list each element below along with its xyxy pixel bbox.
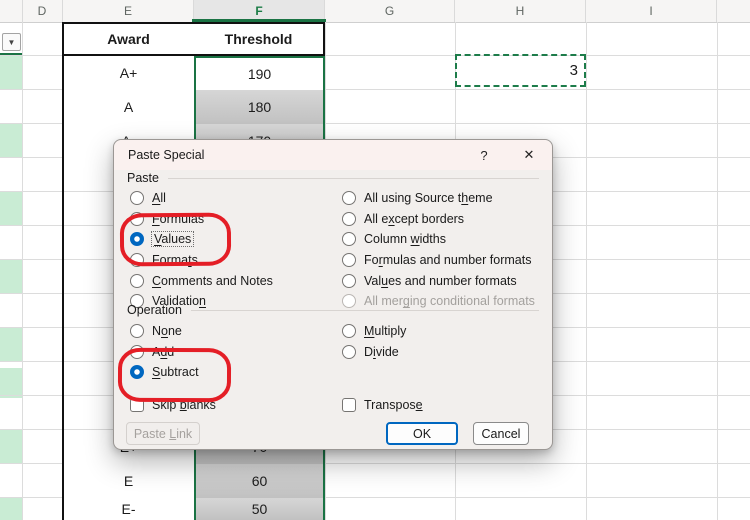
paste-options-left: All Formulas Values Formats Comments and… [130, 188, 273, 312]
radio-comments-and-notes[interactable]: Comments and Notes [130, 270, 273, 291]
radio-divide[interactable]: Divide [342, 342, 406, 363]
radio-icon [342, 274, 356, 288]
banded-row [0, 56, 22, 89]
copied-cell[interactable]: 3 [455, 54, 586, 87]
banded-row [0, 368, 22, 398]
radio-column-widths[interactable]: Column widths [342, 229, 535, 250]
paste-special-dialog: Paste Special ? ✕ Paste All Formulas Val… [113, 139, 553, 450]
radio-selected-icon [130, 365, 144, 379]
cell-threshold-header[interactable]: Threshold [194, 22, 325, 56]
paste-options-right: All using Source theme All except border… [342, 188, 535, 312]
cell-award[interactable]: A [63, 90, 194, 124]
banded-row [0, 192, 22, 225]
group-rule [168, 178, 539, 179]
paste-group-header: Paste [127, 171, 539, 185]
operation-group-header: Operation [127, 303, 539, 317]
ok-button[interactable]: OK [386, 422, 458, 445]
excel-window: D E F G H I ▼ Award Threshold A+ A A- E+… [0, 0, 750, 520]
group-rule [191, 310, 539, 311]
cell-award[interactable]: E [63, 464, 194, 498]
cell-threshold-active[interactable]: 190 [194, 56, 325, 90]
column-header-i[interactable]: I [586, 0, 717, 22]
radio-formats[interactable]: Formats [130, 250, 273, 271]
radio-all-except-borders[interactable]: All except borders [342, 209, 535, 230]
radio-icon [342, 212, 356, 226]
radio-icon [130, 324, 144, 338]
operation-options-left: None Add Subtract [130, 321, 199, 383]
radio-all[interactable]: All [130, 188, 273, 209]
radio-icon [342, 345, 356, 359]
radio-formulas-and-number-formats[interactable]: Formulas and number formats [342, 250, 535, 271]
column-header-d[interactable]: D [22, 0, 63, 22]
column-header-h[interactable]: H [455, 0, 586, 22]
operation-options-right: Multiply Divide [342, 321, 406, 362]
radio-icon [130, 212, 144, 226]
banded-row [0, 124, 22, 157]
filter-dropdown-icon[interactable]: ▼ [2, 33, 21, 51]
cell-threshold[interactable]: 50 [194, 498, 325, 520]
banded-row [0, 260, 22, 293]
radio-icon [342, 232, 356, 246]
radio-icon [130, 253, 144, 267]
radio-none[interactable]: None [130, 321, 199, 342]
column-gridline [22, 22, 23, 520]
radio-icon [342, 324, 356, 338]
selected-column-indicator [192, 19, 326, 22]
column-header-g[interactable]: G [325, 0, 455, 22]
column-header-e[interactable]: E [63, 0, 194, 22]
cell-award-header[interactable]: Award [63, 22, 194, 56]
close-icon[interactable]: ✕ [514, 140, 544, 170]
table-header-underline [0, 53, 22, 55]
radio-subtract[interactable]: Subtract [130, 362, 199, 383]
column-header-corner [0, 0, 23, 22]
radio-formulas[interactable]: Formulas [130, 209, 273, 230]
paste-group-label: Paste [127, 171, 159, 185]
checkbox-transpose[interactable]: Transpose [342, 397, 423, 413]
banded-row [0, 328, 22, 361]
checkbox-icon [342, 398, 356, 412]
radio-icon [130, 345, 144, 359]
radio-icon [342, 253, 356, 267]
cell-threshold[interactable]: 180 [194, 90, 325, 124]
radio-icon [342, 191, 356, 205]
radio-selected-icon [130, 232, 144, 246]
radio-values-and-number-formats[interactable]: Values and number formats [342, 270, 535, 291]
checkbox-skip-blanks[interactable]: Skip blanks [130, 397, 216, 413]
radio-icon [130, 191, 144, 205]
radio-multiply[interactable]: Multiply [342, 321, 406, 342]
help-icon[interactable]: ? [470, 140, 498, 170]
radio-all-using-source-theme[interactable]: All using Source theme [342, 188, 535, 209]
cell-award[interactable]: E- [63, 498, 194, 520]
radio-values[interactable]: Values [130, 229, 273, 250]
cell-threshold[interactable]: 60 [194, 464, 325, 498]
paste-link-button: Paste Link [126, 422, 200, 445]
operation-group-label: Operation [127, 303, 182, 317]
dialog-title: Paste Special [128, 148, 204, 162]
table-left-border [62, 22, 64, 520]
radio-add[interactable]: Add [130, 342, 199, 363]
column-gridline [717, 22, 718, 520]
banded-row [0, 430, 22, 464]
column-gridline [586, 22, 587, 520]
radio-icon [130, 274, 144, 288]
checkbox-icon [130, 398, 144, 412]
banded-row [0, 498, 22, 520]
cell-award[interactable]: A+ [63, 56, 194, 90]
cancel-button[interactable]: Cancel [473, 422, 529, 445]
